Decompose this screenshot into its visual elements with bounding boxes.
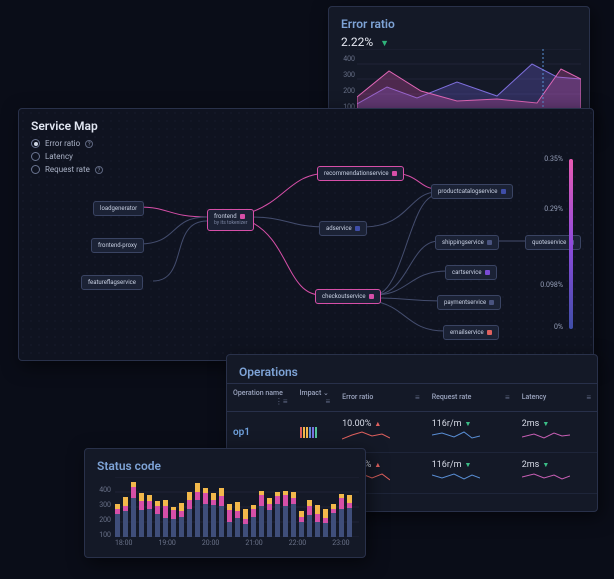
node-emailservice[interactable]: emailservice (443, 325, 499, 340)
node-featureflagservice[interactable]: featureflagservice (81, 275, 143, 290)
impact-cell (294, 412, 337, 453)
error-ratio-chart[interactable] (357, 49, 581, 111)
impact-bars-icon (300, 427, 331, 438)
scale-label: 0.098% (540, 281, 563, 289)
node-frontend-proxy[interactable]: frontend-proxy (91, 238, 144, 253)
col-error-ratio[interactable]: Error ratio≡ (336, 384, 426, 412)
status-code-panel: Status code 400300 200100 18:0019:00 20:… (84, 448, 366, 558)
error-y-axis: 400 300 200 100 (337, 51, 355, 115)
filter-icon: ≡ (325, 397, 330, 406)
table-row[interactable]: op1 10.00%▲ 116r/m▼ 2ms▼ (227, 412, 597, 453)
operation-name: op1 (227, 412, 294, 453)
sparkline-latency (522, 429, 570, 443)
service-map-panel: Service Map Error ratio ? Latency Reques… (18, 108, 594, 361)
node-subtitle: by its tokenizer (214, 220, 247, 226)
node-productcatalogservice[interactable]: productcatalogservice (431, 184, 513, 199)
scale-label: 0.29% (544, 205, 563, 213)
latency-cell: 2ms▼ (516, 412, 597, 453)
filter-icon: ⋮≡ (275, 397, 288, 406)
sort-icon: ⌄ (323, 389, 329, 397)
color-scale-bar (569, 159, 573, 329)
status-code-chart[interactable] (115, 477, 359, 537)
status-code-title: Status code (85, 449, 365, 477)
status-y-axis: 400300 200100 (93, 483, 111, 543)
trend-down-icon: ▼ (542, 461, 549, 469)
error-cell: 10.00%▲ (336, 412, 426, 453)
trend-down-icon: ▼ (380, 39, 389, 49)
node-paymentservice[interactable]: paymentservice (437, 295, 501, 310)
latency-cell: 2ms▼ (516, 453, 597, 494)
sparkline-rate (432, 470, 480, 484)
col-operation-name[interactable]: Operation name⋮≡ (227, 384, 294, 412)
col-latency[interactable]: Latency≡ (516, 384, 597, 412)
status-x-axis: 18:0019:00 20:0021:00 22:0023:00 (85, 539, 365, 547)
trend-down-icon: ▼ (542, 420, 549, 428)
operations-title: Operations (227, 355, 597, 383)
col-request-rate[interactable]: Request rate≡ (426, 384, 516, 412)
trend-down-icon: ▼ (465, 420, 472, 428)
node-frontend[interactable]: frontend by its tokenizer (207, 209, 254, 231)
node-loadgenerator[interactable]: loadgenerator (93, 201, 144, 216)
error-ratio-title: Error ratio (329, 7, 589, 35)
trend-up-icon: ▲ (374, 461, 381, 469)
node-adservice[interactable]: adservice (319, 221, 367, 236)
sparkline-error (342, 429, 390, 443)
sparkline-rate (432, 429, 480, 443)
filter-icon: ≡ (415, 393, 420, 402)
filter-icon: ≡ (586, 393, 591, 402)
node-cartservice[interactable]: cartservice (445, 265, 497, 280)
trend-up-icon: ▲ (374, 420, 381, 428)
filter-icon: ≡ (505, 393, 510, 402)
rate-cell: 116r/m▼ (426, 453, 516, 494)
service-map-canvas[interactable] (19, 109, 593, 360)
trend-down-icon: ▼ (465, 461, 472, 469)
col-impact[interactable]: Impact ⌄≡ (294, 384, 337, 412)
error-ratio-value: 2.22% ▼ (329, 35, 589, 49)
node-checkoutservice[interactable]: checkoutservice (315, 289, 381, 304)
sparkline-latency (522, 470, 570, 484)
rate-cell: 116r/m▼ (426, 412, 516, 453)
scale-label: 0.35% (544, 155, 563, 163)
node-recommendationservice[interactable]: recommendationservice (317, 166, 404, 181)
node-shippingservice[interactable]: shippingservice (435, 235, 499, 250)
error-ratio-number: 2.22% (341, 35, 373, 49)
scale-label: 0% (554, 323, 563, 331)
